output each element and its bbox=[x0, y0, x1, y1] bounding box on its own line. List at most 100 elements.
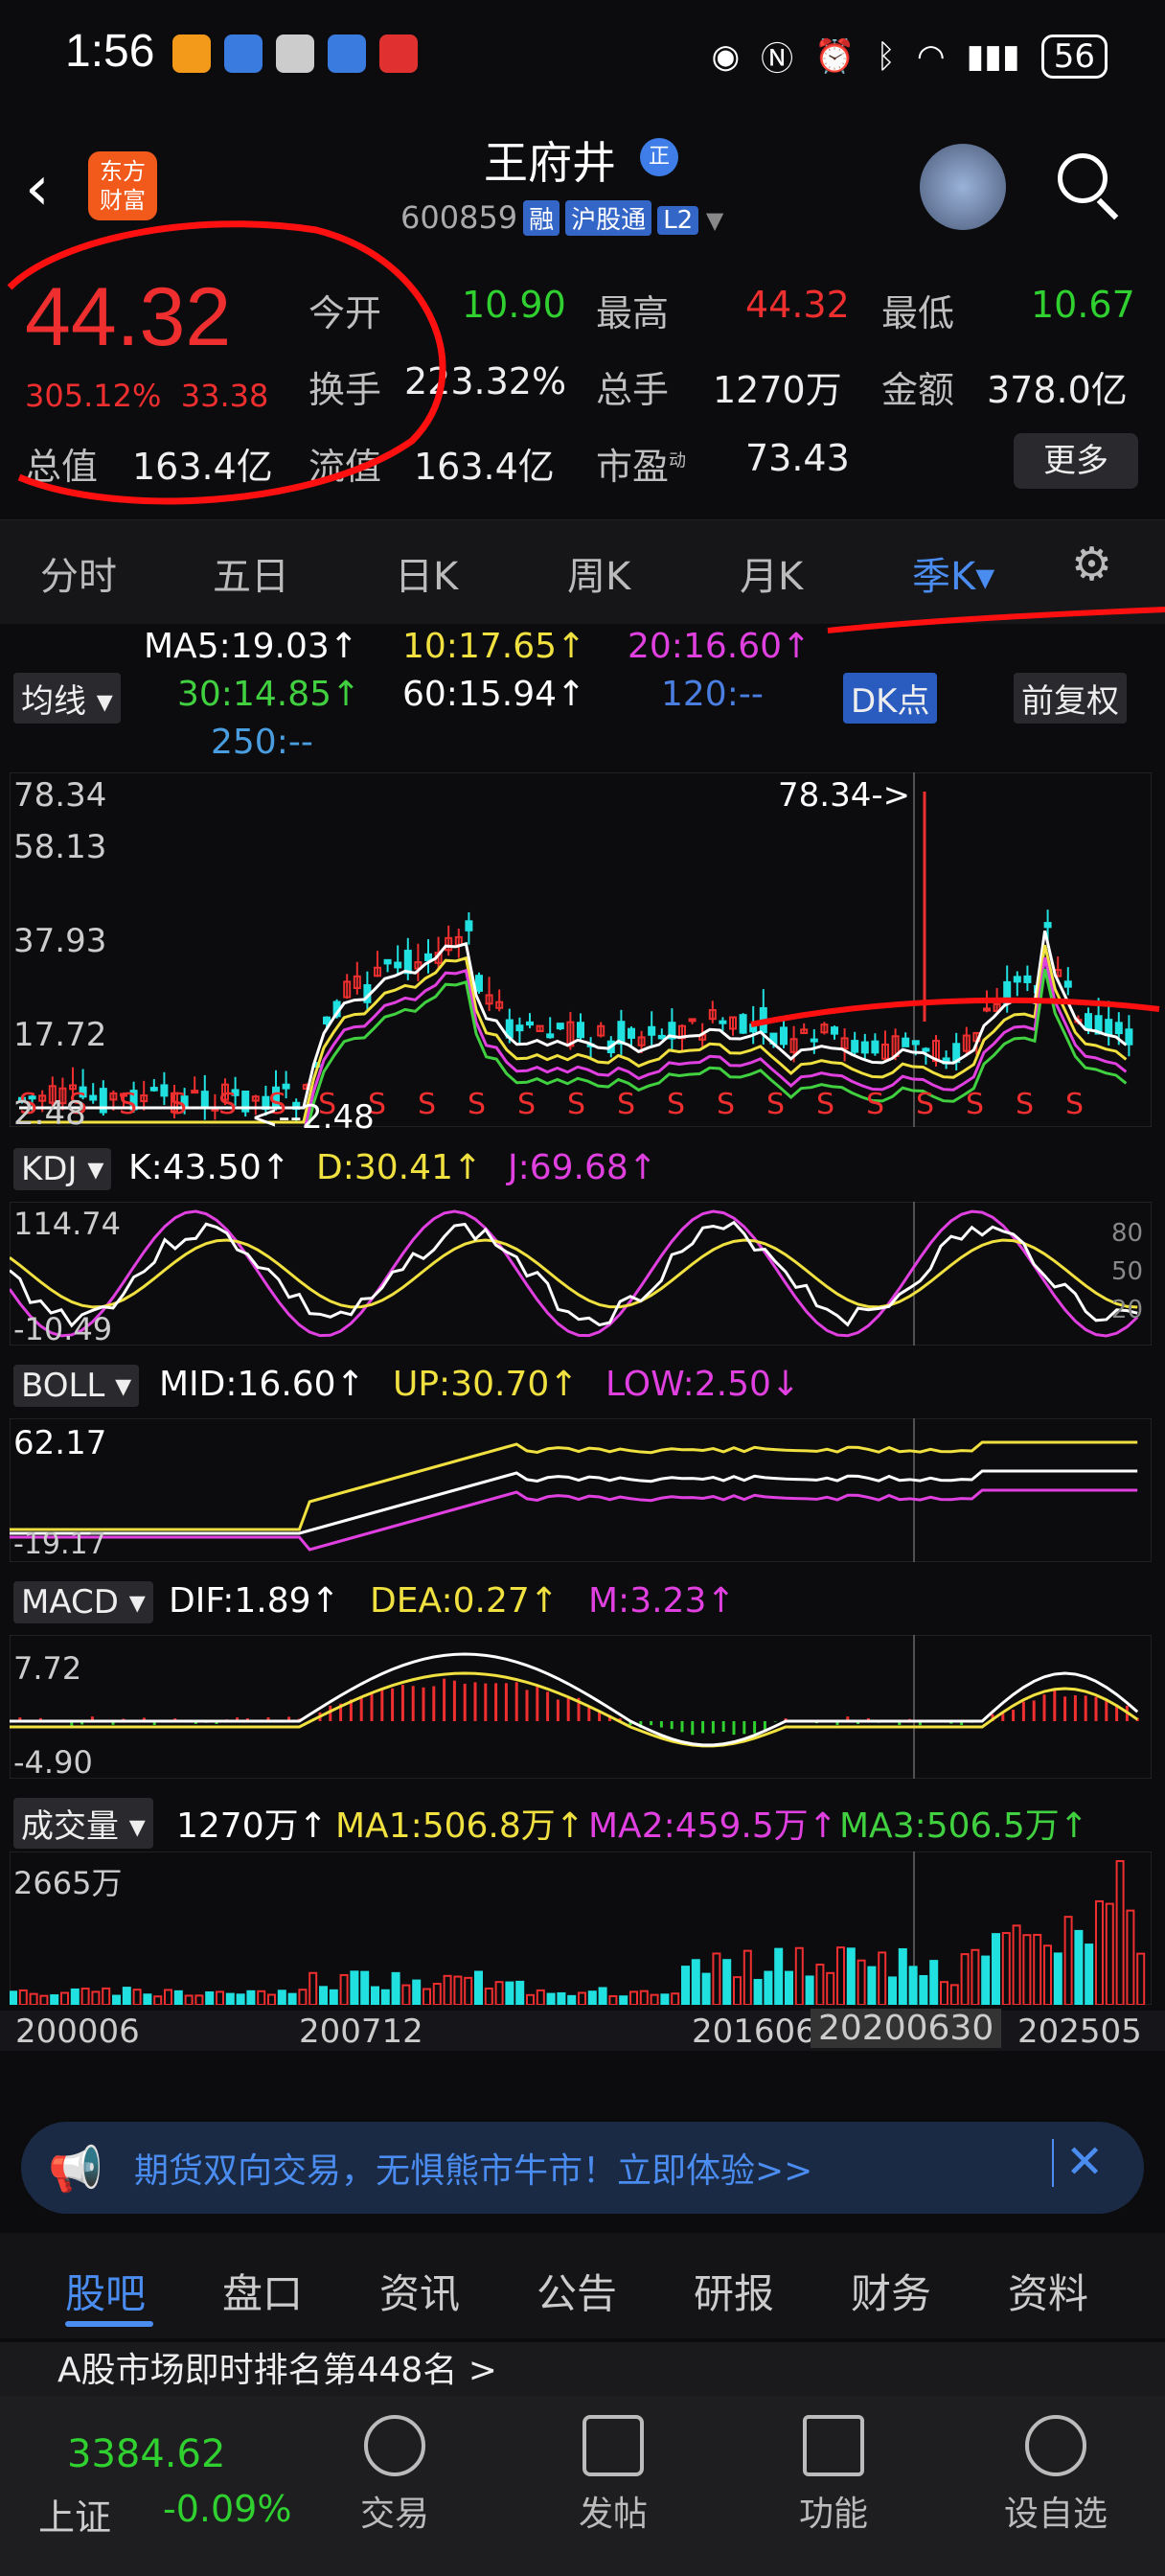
news-item[interactable]: A股市场即时排名第448名 > bbox=[0, 2342, 1165, 2396]
signal-s-marker: S bbox=[816, 1088, 834, 1121]
tab-guba[interactable]: 股吧 bbox=[65, 2262, 146, 2320]
tab-announcement[interactable]: 公告 bbox=[537, 2262, 617, 2320]
close-icon[interactable]: ✕ bbox=[1065, 2135, 1104, 2189]
nav-post[interactable]: 发帖 bbox=[556, 2415, 671, 2536]
kline-chart-area[interactable]: MA5:19.03↑ 10:17.65↑ 20:16.60↑ 均线 ▾ 30:1… bbox=[0, 623, 1165, 2099]
index-change[interactable]: -0.09% bbox=[163, 2488, 291, 2530]
candle-body bbox=[383, 958, 392, 965]
candle-body bbox=[546, 1033, 555, 1039]
index-value[interactable]: 3384.62 bbox=[67, 2432, 225, 2476]
volume-selector-button[interactable]: 成交量 ▾ bbox=[13, 1798, 153, 1849]
tab-news[interactable]: 资讯 bbox=[379, 2262, 460, 2320]
volume-bar bbox=[1115, 1860, 1125, 2005]
index-name[interactable]: 上证 bbox=[38, 2488, 111, 2541]
alarm-icon: ⏰ bbox=[814, 36, 856, 76]
tab-profile[interactable]: 资料 bbox=[1008, 2262, 1088, 2320]
volume-bar bbox=[216, 1990, 224, 2005]
volume-bar bbox=[846, 1947, 856, 2005]
kdj-chart bbox=[10, 1202, 1152, 1346]
tab-pankou[interactable]: 盘口 bbox=[222, 2262, 303, 2320]
boll-low-line bbox=[10, 1488, 1138, 1552]
chart-frame bbox=[10, 1852, 1152, 2005]
annotation-circle bbox=[7, 220, 446, 505]
candle-body bbox=[515, 1024, 524, 1032]
volume-bar bbox=[319, 1986, 328, 2005]
volume-bar bbox=[29, 1992, 38, 2005]
dk-point-button[interactable]: DK点 bbox=[843, 673, 938, 724]
tag-margin: 融 bbox=[523, 200, 560, 236]
tab-monthly-k[interactable]: 月K bbox=[740, 545, 803, 601]
kdj-top: 114.74 bbox=[13, 1206, 121, 1242]
search-icon[interactable] bbox=[1058, 153, 1108, 203]
tab-finance[interactable]: 财务 bbox=[851, 2262, 931, 2320]
volume-bar bbox=[432, 1983, 442, 2005]
volume-bar bbox=[701, 1972, 711, 2005]
boll-top: 62.17 bbox=[13, 1424, 107, 1462]
macd-m-value: M:3.23↑ bbox=[588, 1581, 736, 1621]
candle-body bbox=[628, 1027, 635, 1039]
tab-intraday[interactable]: 分时 bbox=[40, 545, 117, 601]
boll-bottom: -19.17 bbox=[13, 1528, 106, 1561]
volume-bar bbox=[505, 1981, 514, 2005]
adjust-button[interactable]: 前复权 bbox=[1014, 673, 1127, 724]
volume-bar bbox=[1012, 1924, 1021, 2005]
kdj-selector-button[interactable]: KDJ ▾ bbox=[13, 1148, 112, 1190]
candlestick-chart[interactable]: SSSSSSSSSSSSSSSSSSSSSS bbox=[10, 772, 1152, 1127]
boll-selector-button[interactable]: BOLL ▾ bbox=[13, 1365, 140, 1407]
volume-bar bbox=[774, 1947, 784, 2005]
kdj-d-value: D:30.41↑ bbox=[316, 1148, 483, 1187]
app-icon bbox=[379, 34, 418, 73]
volume-bar bbox=[153, 1995, 163, 2005]
nav-function[interactable]: 功能 bbox=[776, 2415, 891, 2536]
annotation-line-2 bbox=[750, 997, 1160, 1027]
robot-assistant-icon[interactable] bbox=[920, 144, 1006, 230]
tab-5day[interactable]: 五日 bbox=[213, 545, 289, 601]
promo-text[interactable]: 期货双向交易，无惧熊市牛市！立即体验>> bbox=[134, 2143, 812, 2193]
macd-dea-line bbox=[10, 1671, 1139, 1748]
volume-bar bbox=[1085, 1944, 1094, 2005]
tab-quarterly-k[interactable]: 季K▾ bbox=[912, 545, 994, 601]
volume-bar bbox=[888, 1976, 897, 2005]
volume-bar bbox=[764, 1970, 773, 2005]
tab-daily-k[interactable]: 日K bbox=[395, 545, 458, 601]
volume-bar bbox=[1136, 1952, 1146, 2005]
tab-weekly-k[interactable]: 周K bbox=[567, 545, 630, 601]
more-button[interactable]: 更多 bbox=[1014, 433, 1138, 489]
date-label-2: 200712 bbox=[299, 2012, 423, 2051]
volume-bar bbox=[164, 1989, 172, 2005]
nav-add-watchlist[interactable]: 设自选 bbox=[998, 2415, 1113, 2536]
candle-body bbox=[577, 1022, 584, 1039]
volume-bar bbox=[1022, 1934, 1032, 2005]
chart-frame bbox=[10, 1635, 1152, 1779]
macd-dea-value: DEA:0.27↑ bbox=[370, 1581, 559, 1621]
app-icon bbox=[172, 34, 211, 73]
volume-bar bbox=[671, 1992, 680, 2005]
volume-bar bbox=[236, 1993, 245, 2005]
amount-value: 378.0亿 bbox=[987, 369, 1128, 411]
candle-body bbox=[465, 920, 473, 932]
macd-selector-button[interactable]: MACD ▾ bbox=[13, 1581, 153, 1623]
bottom-navigation: 3384.62 上证 -0.09% 交易 发帖 功能 设自选 bbox=[0, 2396, 1165, 2576]
tab-research[interactable]: 研报 bbox=[694, 2262, 774, 2320]
boll-up-value: UP:30.70↑ bbox=[393, 1365, 579, 1404]
volume-bar bbox=[629, 1990, 638, 2005]
volume-bar bbox=[18, 1989, 28, 2005]
ma-selector-button[interactable]: 均线 ▾ bbox=[13, 673, 121, 724]
volume-bar bbox=[929, 1960, 939, 2005]
volume-bar bbox=[857, 1959, 866, 2005]
high-value: 44.32 bbox=[745, 284, 850, 326]
signal-s-marker: S bbox=[667, 1088, 685, 1121]
kdj-50: 50 bbox=[1111, 1257, 1144, 1286]
candle-body bbox=[911, 1040, 920, 1046]
volume-bar bbox=[836, 1946, 845, 2005]
nav-trade[interactable]: 交易 bbox=[337, 2415, 452, 2536]
candle-body bbox=[688, 1018, 697, 1023]
status-bar: 1:56 ◉ Ⓝ ⏰ ᛒ ◠ ▮▮▮ 56 bbox=[0, 0, 1165, 115]
signal-s-marker: S bbox=[567, 1088, 585, 1121]
grid-icon bbox=[803, 2415, 864, 2476]
settings-gear-icon[interactable]: ⚙ bbox=[1071, 538, 1112, 591]
candle-body bbox=[475, 975, 483, 992]
edit-icon bbox=[582, 2415, 644, 2476]
volume-bar bbox=[484, 1988, 493, 2005]
axis-label-bottom: 2.48 bbox=[13, 1094, 86, 1133]
